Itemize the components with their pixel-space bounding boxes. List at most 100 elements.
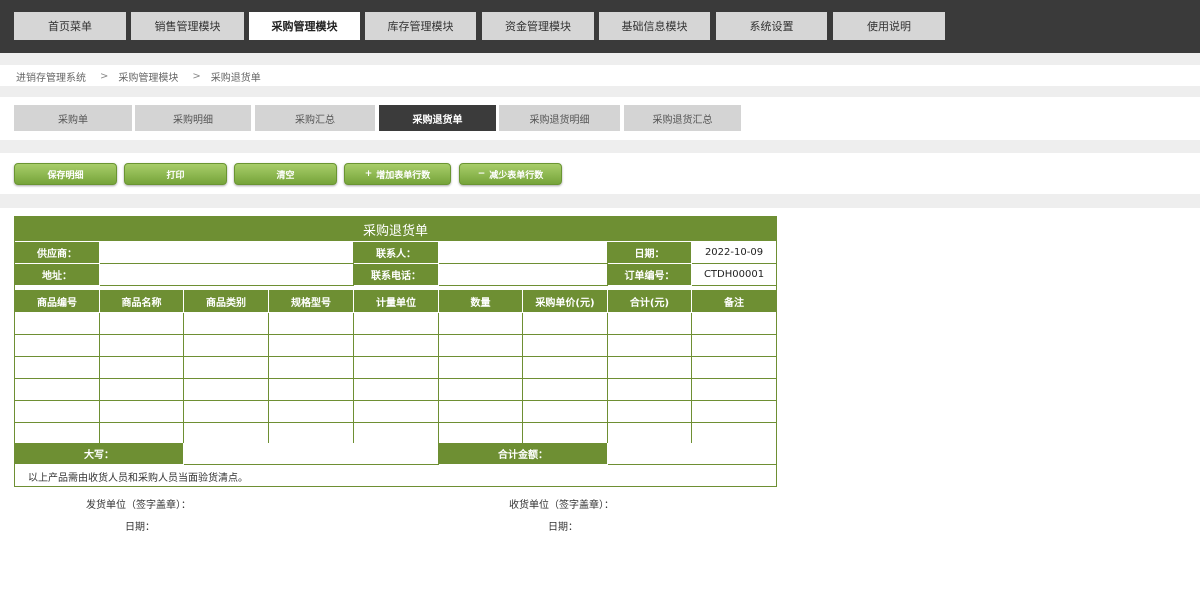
breadcrumb-item-module[interactable]: 采购管理模块	[118, 69, 178, 84]
phone-label: 联系电话：	[354, 264, 439, 286]
table-cell[interactable]	[184, 401, 269, 423]
table-cell[interactable]	[269, 379, 354, 401]
tab-purchase-return-summary[interactable]: 采购退货汇总	[624, 105, 741, 131]
table-cell[interactable]	[100, 423, 184, 445]
table-cell[interactable]	[15, 379, 100, 401]
separator-band	[0, 140, 1200, 153]
table-cell[interactable]	[439, 313, 523, 335]
clear-button[interactable]: 清空	[234, 163, 337, 185]
table-cell[interactable]	[354, 313, 439, 335]
table-cell[interactable]	[184, 313, 269, 335]
nav-item-basic-info[interactable]: 基础信息模块	[599, 12, 710, 40]
table-cell[interactable]	[692, 379, 776, 401]
column-header: 商品名称	[100, 290, 184, 313]
separator-band	[0, 86, 1200, 97]
date-label: 日期：	[608, 242, 692, 264]
table-cell[interactable]	[439, 357, 523, 379]
table-cell[interactable]	[15, 423, 100, 445]
table-cell[interactable]	[608, 313, 692, 335]
table-cell[interactable]	[439, 423, 523, 445]
nav-item-inventory[interactable]: 库存管理模块	[365, 12, 476, 40]
order-no-label: 订单编号：	[608, 264, 692, 286]
table-cell[interactable]	[100, 313, 184, 335]
table-cell[interactable]	[354, 357, 439, 379]
table-cell[interactable]	[439, 401, 523, 423]
table-cell[interactable]	[523, 313, 608, 335]
add-rows-label: 增加表单行数	[376, 170, 431, 181]
table-cell[interactable]	[523, 379, 608, 401]
table-cell[interactable]	[15, 313, 100, 335]
nav-item-settings[interactable]: 系统设置	[716, 12, 827, 40]
table-cell[interactable]	[608, 401, 692, 423]
table-cell[interactable]	[354, 335, 439, 357]
tab-purchase-return[interactable]: 采购退货单	[379, 105, 496, 131]
nav-item-purchase[interactable]: 采购管理模块	[249, 12, 360, 40]
capital-amount-field[interactable]	[184, 443, 439, 465]
tab-purchase-summary[interactable]: 采购汇总	[255, 105, 375, 131]
order-no-field[interactable]: CTDH00001	[692, 264, 776, 286]
column-header: 合计(元)	[608, 290, 692, 313]
table-cell[interactable]	[269, 313, 354, 335]
table-cell[interactable]	[354, 401, 439, 423]
table-cell[interactable]	[608, 335, 692, 357]
table-cell[interactable]	[523, 401, 608, 423]
table-cell[interactable]	[439, 379, 523, 401]
column-header: 商品编号	[15, 290, 100, 313]
table-cell[interactable]	[354, 423, 439, 445]
table-cell[interactable]	[523, 357, 608, 379]
table-cell[interactable]	[523, 335, 608, 357]
table-cell[interactable]	[269, 357, 354, 379]
date-field[interactable]: 2022-10-09	[692, 242, 776, 264]
table-cell[interactable]	[269, 423, 354, 445]
minus-icon: −	[477, 169, 486, 179]
save-detail-button[interactable]: 保存明细	[14, 163, 117, 185]
table-cell[interactable]	[523, 423, 608, 445]
total-amount-field[interactable]	[608, 443, 776, 465]
receiver-unit-label: 收货单位（签字盖章）：	[509, 500, 614, 511]
breadcrumb-item-current: 采购退货单	[210, 72, 261, 84]
column-header: 商品类别	[184, 290, 269, 313]
remove-rows-label: 减少表单行数	[489, 170, 544, 181]
table-cell[interactable]	[100, 335, 184, 357]
table-cell[interactable]	[269, 335, 354, 357]
table-cell[interactable]	[439, 335, 523, 357]
table-cell[interactable]	[100, 401, 184, 423]
nav-item-funds[interactable]: 资金管理模块	[482, 12, 594, 40]
address-field[interactable]	[100, 264, 354, 286]
table-cell[interactable]	[692, 401, 776, 423]
table-cell[interactable]	[184, 423, 269, 445]
table-cell[interactable]	[184, 379, 269, 401]
phone-field[interactable]	[439, 264, 608, 286]
table-cell[interactable]	[184, 335, 269, 357]
column-header: 采购单价(元)	[523, 290, 608, 313]
table-cell[interactable]	[692, 313, 776, 335]
table-cell[interactable]	[354, 379, 439, 401]
tab-purchase-detail[interactable]: 采购明细	[135, 105, 251, 131]
table-cell[interactable]	[692, 423, 776, 445]
table-cell[interactable]	[608, 423, 692, 445]
separator-band	[0, 194, 1200, 208]
nav-item-home[interactable]: 首页菜单	[14, 12, 126, 40]
table-cell[interactable]	[15, 401, 100, 423]
add-rows-button[interactable]: + 增加表单行数	[344, 163, 451, 185]
table-cell[interactable]	[269, 401, 354, 423]
nav-item-help[interactable]: 使用说明	[833, 12, 945, 40]
tab-purchase-order[interactable]: 采购单	[14, 105, 132, 131]
form-title: 采购退货单	[15, 217, 776, 241]
tab-purchase-return-detail[interactable]: 采购退货明细	[499, 105, 620, 131]
print-button[interactable]: 打印	[124, 163, 227, 185]
table-cell[interactable]	[100, 379, 184, 401]
table-cell[interactable]	[692, 335, 776, 357]
table-cell[interactable]	[184, 357, 269, 379]
table-cell[interactable]	[100, 357, 184, 379]
table-cell[interactable]	[692, 357, 776, 379]
table-cell[interactable]	[15, 357, 100, 379]
supplier-field[interactable]	[100, 242, 354, 264]
remove-rows-button[interactable]: − 减少表单行数	[459, 163, 562, 185]
breadcrumb-item-system[interactable]: 进销存管理系统	[16, 69, 86, 84]
table-cell[interactable]	[608, 357, 692, 379]
contact-field[interactable]	[439, 242, 608, 264]
table-cell[interactable]	[608, 379, 692, 401]
nav-item-sales[interactable]: 销售管理模块	[131, 12, 244, 40]
table-cell[interactable]	[15, 335, 100, 357]
